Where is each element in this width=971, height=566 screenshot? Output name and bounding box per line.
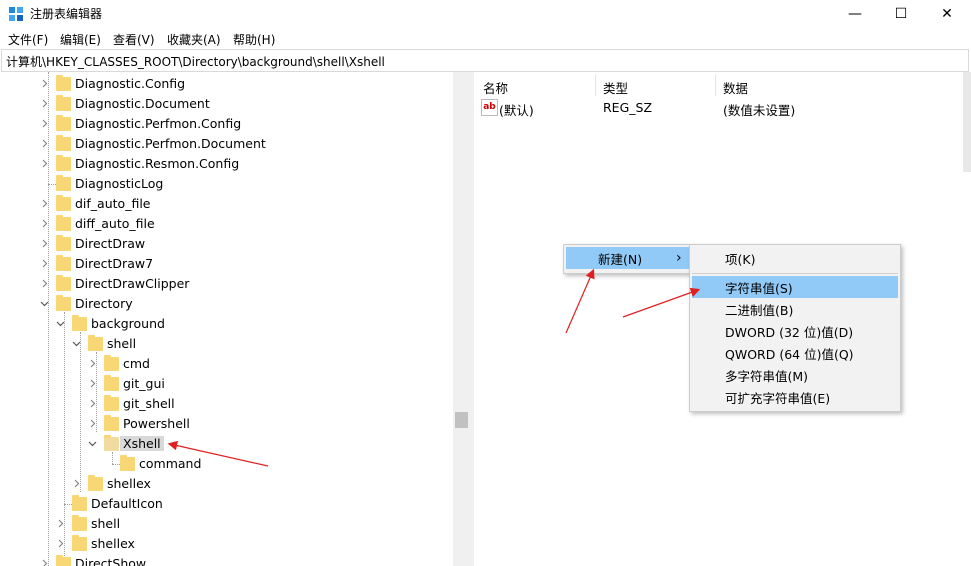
annotation-arrow-xshell xyxy=(167,440,269,467)
annotation-arrow-string-value xyxy=(622,287,701,318)
annotation-arrows xyxy=(167,268,701,467)
annotation-arrow-new xyxy=(565,268,595,334)
